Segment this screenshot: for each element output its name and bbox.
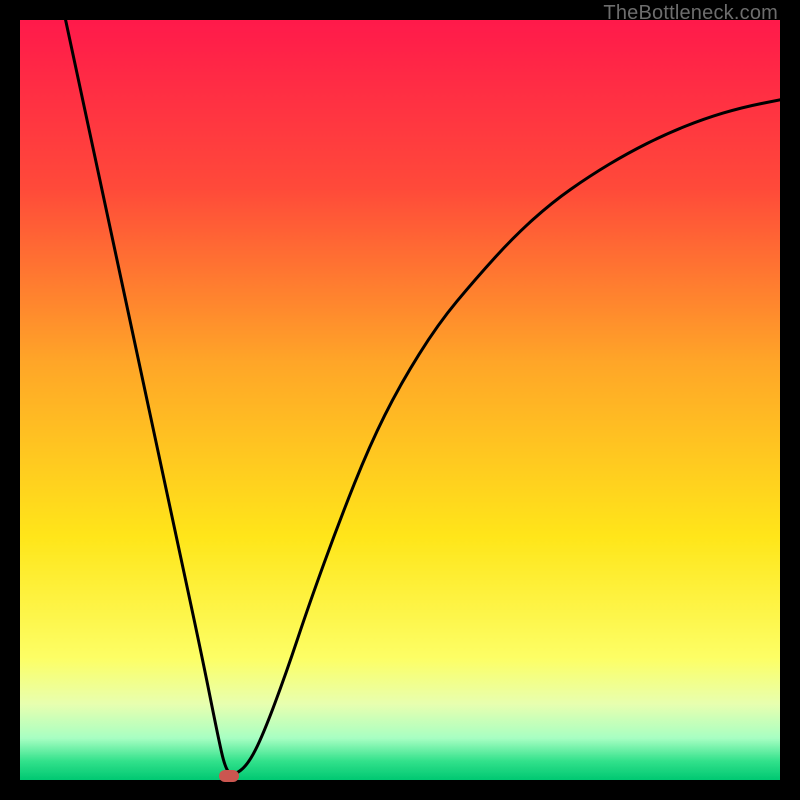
chart-background-gradient xyxy=(20,20,780,780)
watermark-text: TheBottleneck.com xyxy=(603,2,778,25)
chart-frame xyxy=(20,20,780,780)
optimal-point-marker xyxy=(219,770,239,782)
